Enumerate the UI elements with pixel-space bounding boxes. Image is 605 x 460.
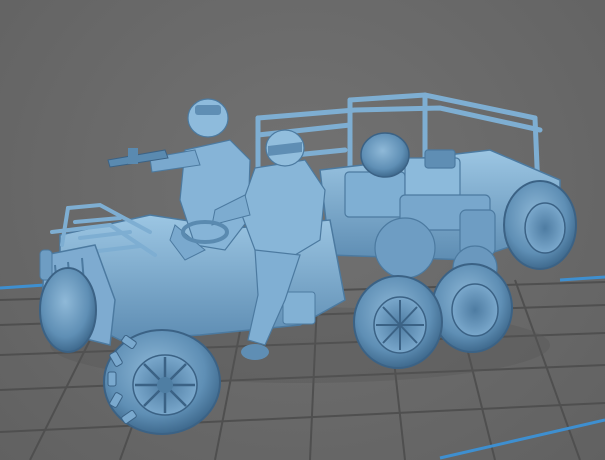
middle-wheel-right	[431, 263, 513, 353]
rear-wheel-left	[353, 275, 443, 369]
3d-viewport[interactable]	[0, 0, 605, 460]
front-wheel-left	[103, 329, 221, 435]
rear-wheel-right	[503, 180, 577, 270]
foot-box	[282, 291, 316, 325]
jerry-can	[39, 249, 53, 281]
spare-tire	[360, 132, 410, 178]
scene-canvas	[0, 92, 605, 460]
front-wheel-right	[39, 267, 97, 353]
